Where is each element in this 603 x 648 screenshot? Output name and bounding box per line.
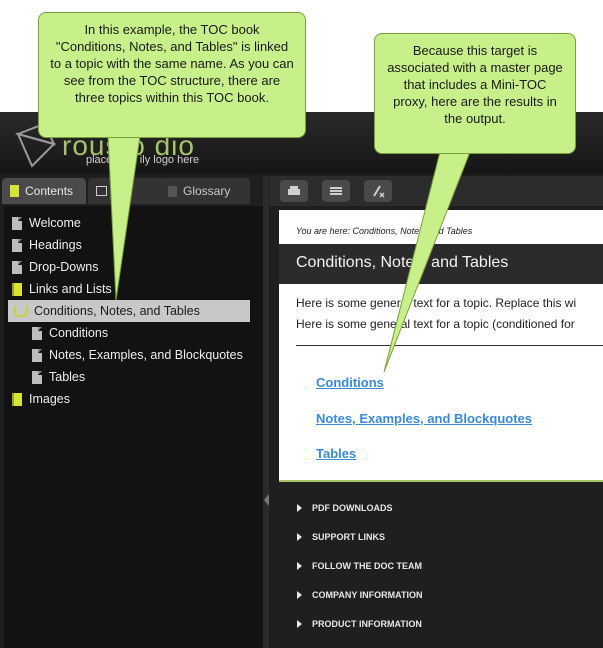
callout-toc-book: In this example, the TOC book "Condition… <box>38 12 306 138</box>
callout-mini-toc: Because this target is associated with a… <box>374 33 576 154</box>
